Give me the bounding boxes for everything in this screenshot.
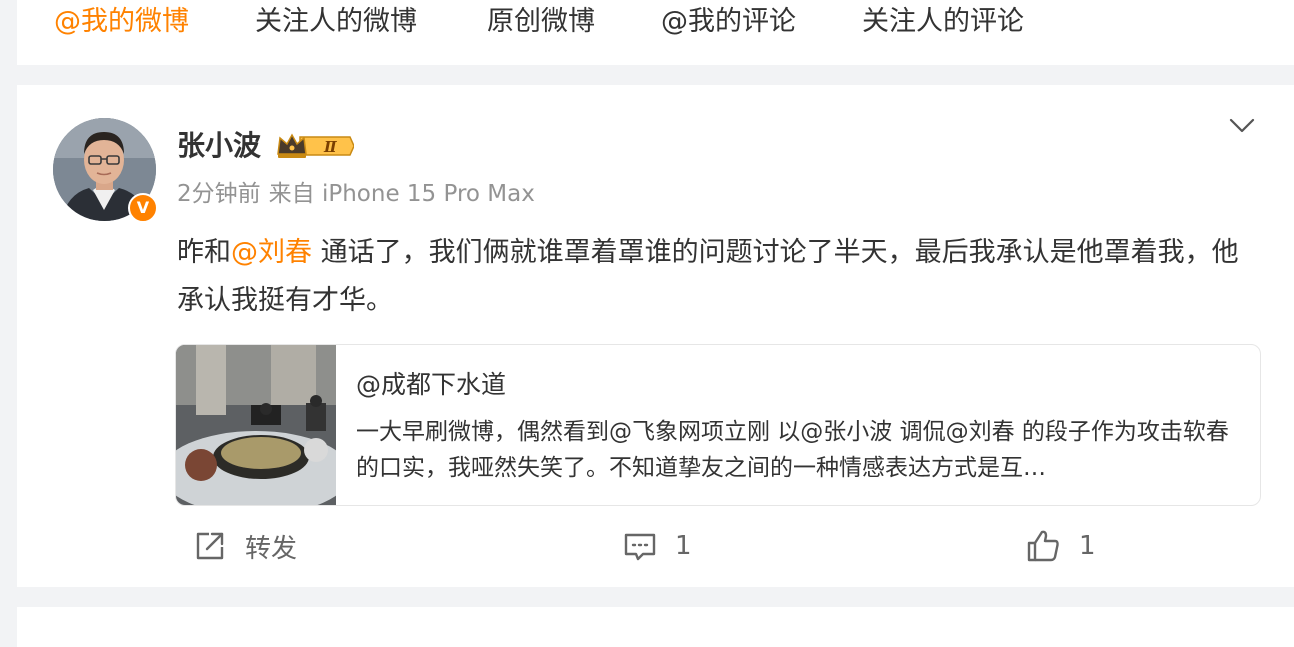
tab-my-mentions[interactable]: @我的微博 xyxy=(54,4,189,40)
tab-original-posts[interactable]: 原创微博 xyxy=(487,4,595,40)
post-card: V 张小波 Ⅱ 2分钟前 来自 iPhone 15 Pro Max 昨和@刘春 通… xyxy=(17,85,1294,587)
like-count: 1 xyxy=(1079,531,1096,561)
repost-thumbnail xyxy=(176,345,351,505)
comment-button[interactable]: 1 xyxy=(623,526,692,566)
verified-badge: V xyxy=(128,193,158,223)
repost-text: 一大早刷微博，偶然看到@飞象网项立刚 以@张小波 调侃@刘春 的段子作为攻击软春… xyxy=(356,419,1229,481)
post-text-body: 通话了，我们俩就谁罩着罩谁的问题讨论了半天，最后我承认是他罩着我，他承认我挺有才… xyxy=(177,237,1239,316)
like-button[interactable]: 1 xyxy=(1025,526,1096,566)
repost-icon xyxy=(196,532,224,560)
repost-author[interactable]: @成都下水道 xyxy=(356,368,506,402)
tab-following-comments[interactable]: 关注人的评论 xyxy=(862,4,1024,40)
like-icon xyxy=(1027,530,1059,562)
chevron-down-icon[interactable] xyxy=(1225,113,1259,137)
tab-my-comments[interactable]: @我的评论 xyxy=(661,4,796,40)
repost-button[interactable]: 转发 xyxy=(193,526,297,566)
post-time[interactable]: 2分钟前 xyxy=(177,181,261,207)
post-text-lead: 昨和 xyxy=(177,237,231,268)
next-post-card xyxy=(17,607,1294,647)
repost-card[interactable]: @成都下水道 一大早刷微博，偶然看到@飞象网项立刚 以@张小波 调侃@刘春 的段… xyxy=(175,344,1261,506)
post-text: 昨和@刘春 通话了，我们俩就谁罩着罩谁的问题讨论了半天，最后我承认是他罩着我，他… xyxy=(177,229,1257,325)
post-source: 来自 iPhone 15 Pro Max xyxy=(268,181,535,207)
post-meta: 2分钟前 来自 iPhone 15 Pro Max xyxy=(177,178,535,210)
comment-icon xyxy=(624,533,656,561)
vip-crown-icon[interactable]: Ⅱ xyxy=(276,132,355,160)
feed-tab-bar: @我的微博 关注人的微博 原创微博 @我的评论 关注人的评论 xyxy=(17,0,1294,65)
vip-level-text: Ⅱ xyxy=(323,138,338,156)
mention-link[interactable]: @刘春 xyxy=(231,237,312,268)
repost-label: 转发 xyxy=(245,533,298,564)
comment-count: 1 xyxy=(675,531,692,561)
tab-following-posts[interactable]: 关注人的微博 xyxy=(255,4,417,40)
author-name[interactable]: 张小波 xyxy=(177,129,261,163)
